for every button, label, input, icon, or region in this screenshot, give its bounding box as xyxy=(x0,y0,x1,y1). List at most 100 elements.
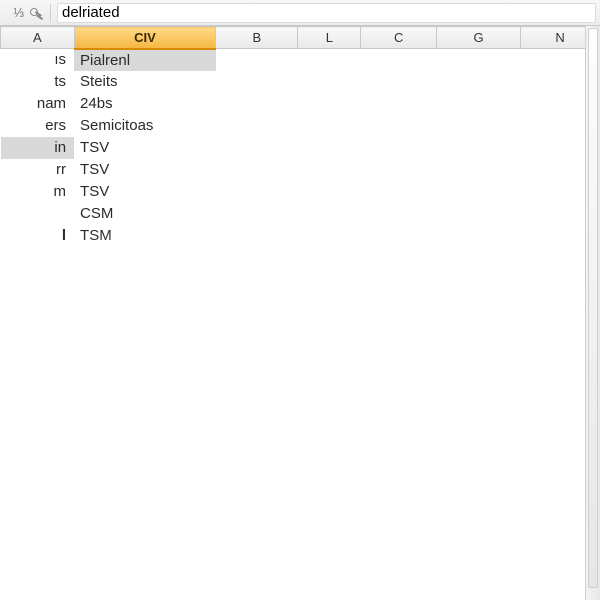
cell[interactable] xyxy=(298,313,361,335)
table-row[interactable] xyxy=(1,445,600,467)
table-row[interactable]: nam24bs xyxy=(1,93,600,115)
cell[interactable] xyxy=(298,335,361,357)
table-row[interactable] xyxy=(1,269,600,291)
cell[interactable] xyxy=(437,93,521,115)
cell[interactable] xyxy=(1,423,75,445)
cell[interactable] xyxy=(1,291,75,313)
cell[interactable] xyxy=(74,445,216,467)
cell[interactable]: Pialrenl xyxy=(74,49,216,71)
cell[interactable] xyxy=(298,291,361,313)
cell[interactable] xyxy=(298,533,361,555)
table-row[interactable]: lTSM xyxy=(1,225,600,247)
spreadsheet-grid[interactable]: ACIVBLCGN ısPialrenltsSteitsnam24bsersSe… xyxy=(0,26,600,600)
cell[interactable]: 24bs xyxy=(74,93,216,115)
cell[interactable] xyxy=(361,511,437,533)
table-row[interactable] xyxy=(1,401,600,423)
table-row[interactable] xyxy=(1,291,600,313)
cell[interactable] xyxy=(216,511,298,533)
cell[interactable]: Semicitoas xyxy=(74,115,216,137)
sheet-table[interactable]: ACIVBLCGN ısPialrenltsSteitsnam24bsersSe… xyxy=(0,26,600,600)
cell[interactable] xyxy=(1,445,75,467)
cell[interactable] xyxy=(216,203,298,225)
cell[interactable] xyxy=(298,357,361,379)
cell[interactable] xyxy=(74,423,216,445)
cell[interactable] xyxy=(74,401,216,423)
cell[interactable] xyxy=(437,489,521,511)
cell[interactable] xyxy=(437,335,521,357)
cell[interactable] xyxy=(74,533,216,555)
cell[interactable]: CSM xyxy=(74,203,216,225)
cell[interactable] xyxy=(361,335,437,357)
cell[interactable] xyxy=(437,203,521,225)
cell[interactable] xyxy=(1,511,75,533)
cell[interactable] xyxy=(1,555,75,577)
cell[interactable] xyxy=(74,269,216,291)
cell[interactable] xyxy=(361,577,437,599)
cell[interactable] xyxy=(1,313,75,335)
cell[interactable] xyxy=(298,247,361,269)
cell[interactable] xyxy=(1,379,75,401)
table-row[interactable] xyxy=(1,489,600,511)
cell[interactable]: ıs xyxy=(1,49,75,71)
cell[interactable] xyxy=(298,489,361,511)
cell[interactable] xyxy=(361,533,437,555)
cell[interactable] xyxy=(437,511,521,533)
table-row[interactable] xyxy=(1,511,600,533)
table-row[interactable]: ersSemicitoas xyxy=(1,115,600,137)
table-row[interactable] xyxy=(1,313,600,335)
cell[interactable]: rr xyxy=(1,159,75,181)
cell[interactable] xyxy=(298,511,361,533)
cell[interactable] xyxy=(361,467,437,489)
cell[interactable] xyxy=(437,401,521,423)
table-row[interactable]: rrTSV xyxy=(1,159,600,181)
cell[interactable] xyxy=(216,291,298,313)
cell[interactable] xyxy=(298,555,361,577)
table-row[interactable] xyxy=(1,555,600,577)
cell[interactable] xyxy=(1,401,75,423)
cell[interactable] xyxy=(298,577,361,599)
cell[interactable] xyxy=(361,49,437,71)
cell[interactable]: ts xyxy=(1,71,75,93)
cell[interactable] xyxy=(361,379,437,401)
cell[interactable] xyxy=(1,489,75,511)
cell[interactable] xyxy=(437,269,521,291)
table-row[interactable] xyxy=(1,467,600,489)
cell[interactable] xyxy=(437,247,521,269)
cell[interactable] xyxy=(216,555,298,577)
cell[interactable] xyxy=(437,159,521,181)
cell[interactable] xyxy=(361,247,437,269)
cell[interactable] xyxy=(1,335,75,357)
cell[interactable] xyxy=(74,489,216,511)
cell[interactable] xyxy=(298,467,361,489)
cell[interactable] xyxy=(361,313,437,335)
cell[interactable] xyxy=(361,445,437,467)
cell[interactable] xyxy=(1,247,75,269)
cell[interactable] xyxy=(216,577,298,599)
cell[interactable] xyxy=(74,313,216,335)
cell[interactable] xyxy=(298,181,361,203)
vertical-scrollbar[interactable] xyxy=(585,26,600,600)
cell[interactable] xyxy=(437,181,521,203)
table-row[interactable] xyxy=(1,423,600,445)
table-row[interactable]: mTSV xyxy=(1,181,600,203)
cell[interactable] xyxy=(298,159,361,181)
table-row[interactable] xyxy=(1,533,600,555)
table-row[interactable] xyxy=(1,357,600,379)
cell[interactable] xyxy=(216,379,298,401)
table-row[interactable]: CSM xyxy=(1,203,600,225)
column-header-c[interactable]: C xyxy=(361,27,437,49)
cell[interactable]: TSV xyxy=(74,137,216,159)
cell[interactable] xyxy=(74,335,216,357)
cell[interactable] xyxy=(361,225,437,247)
cell[interactable] xyxy=(216,357,298,379)
cell[interactable] xyxy=(437,467,521,489)
cell[interactable] xyxy=(437,423,521,445)
table-row[interactable] xyxy=(1,247,600,269)
cell[interactable] xyxy=(216,313,298,335)
name-box[interactable]: ⅓ xyxy=(4,5,24,20)
cell[interactable]: ers xyxy=(1,115,75,137)
cell[interactable] xyxy=(298,225,361,247)
cell[interactable] xyxy=(298,137,361,159)
cell[interactable] xyxy=(437,137,521,159)
cell[interactable] xyxy=(361,203,437,225)
